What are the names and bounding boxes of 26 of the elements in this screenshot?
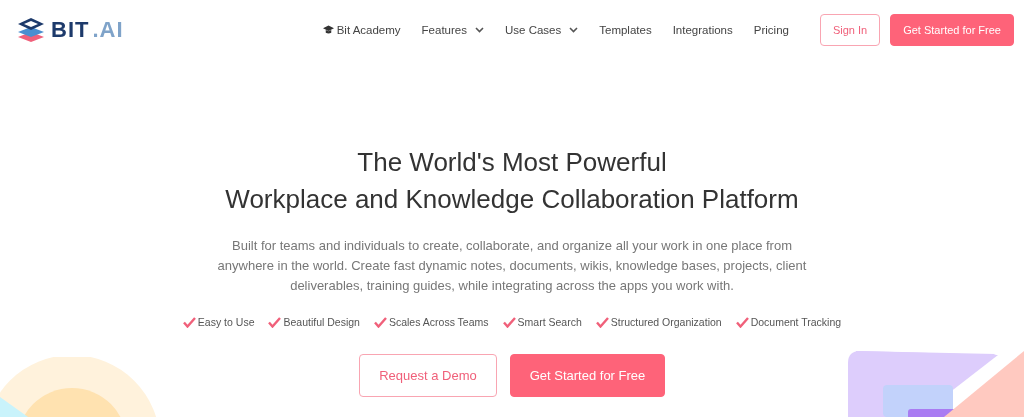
feature-label: Smart Search <box>517 316 582 328</box>
logo-text: BIT <box>51 16 90 43</box>
feature-label: Structured Organization <box>610 316 722 328</box>
checkmark-icon <box>735 316 749 328</box>
logo-icon <box>16 16 46 43</box>
nav-link[interactable]: Bit Academy <box>322 23 401 36</box>
chevron-down-icon <box>475 26 484 33</box>
checkmark-icon <box>182 316 196 328</box>
nav-link[interactable]: Features <box>421 23 484 36</box>
checkmark-icon <box>373 316 387 328</box>
feature-label: Easy to Use <box>197 316 255 328</box>
hero-title: The World's Most Powerful Workplace and Knowledge Collaboration Platform <box>225 146 799 216</box>
nav-link[interactable]: Integrations <box>672 23 733 36</box>
hero-description: Built for teams and individuals to create, collaborate, and organize all your work in one place from anywhere in the world. Create fast dynamic notes, documents, wikis, knowledge bases, projects, client deliverables, training guides, while integrating across the apps you work with. <box>217 237 807 295</box>
checkmark-icon <box>595 316 609 328</box>
graduation-cap-icon <box>322 25 334 34</box>
checkmark-icon <box>502 316 516 328</box>
feature-label: Scales Across Teams <box>388 316 489 328</box>
feature-label: Beautiful Design <box>283 316 360 328</box>
logo-suffix: .AI <box>92 16 124 43</box>
nav-link[interactable]: Templates <box>599 23 652 36</box>
nav-link[interactable]: Pricing <box>753 23 789 36</box>
checkmark-icon <box>268 316 282 328</box>
feature-label: Document Tracking <box>750 316 842 328</box>
nav-link[interactable]: Use Cases <box>505 23 579 36</box>
chevron-down-icon <box>569 26 579 33</box>
